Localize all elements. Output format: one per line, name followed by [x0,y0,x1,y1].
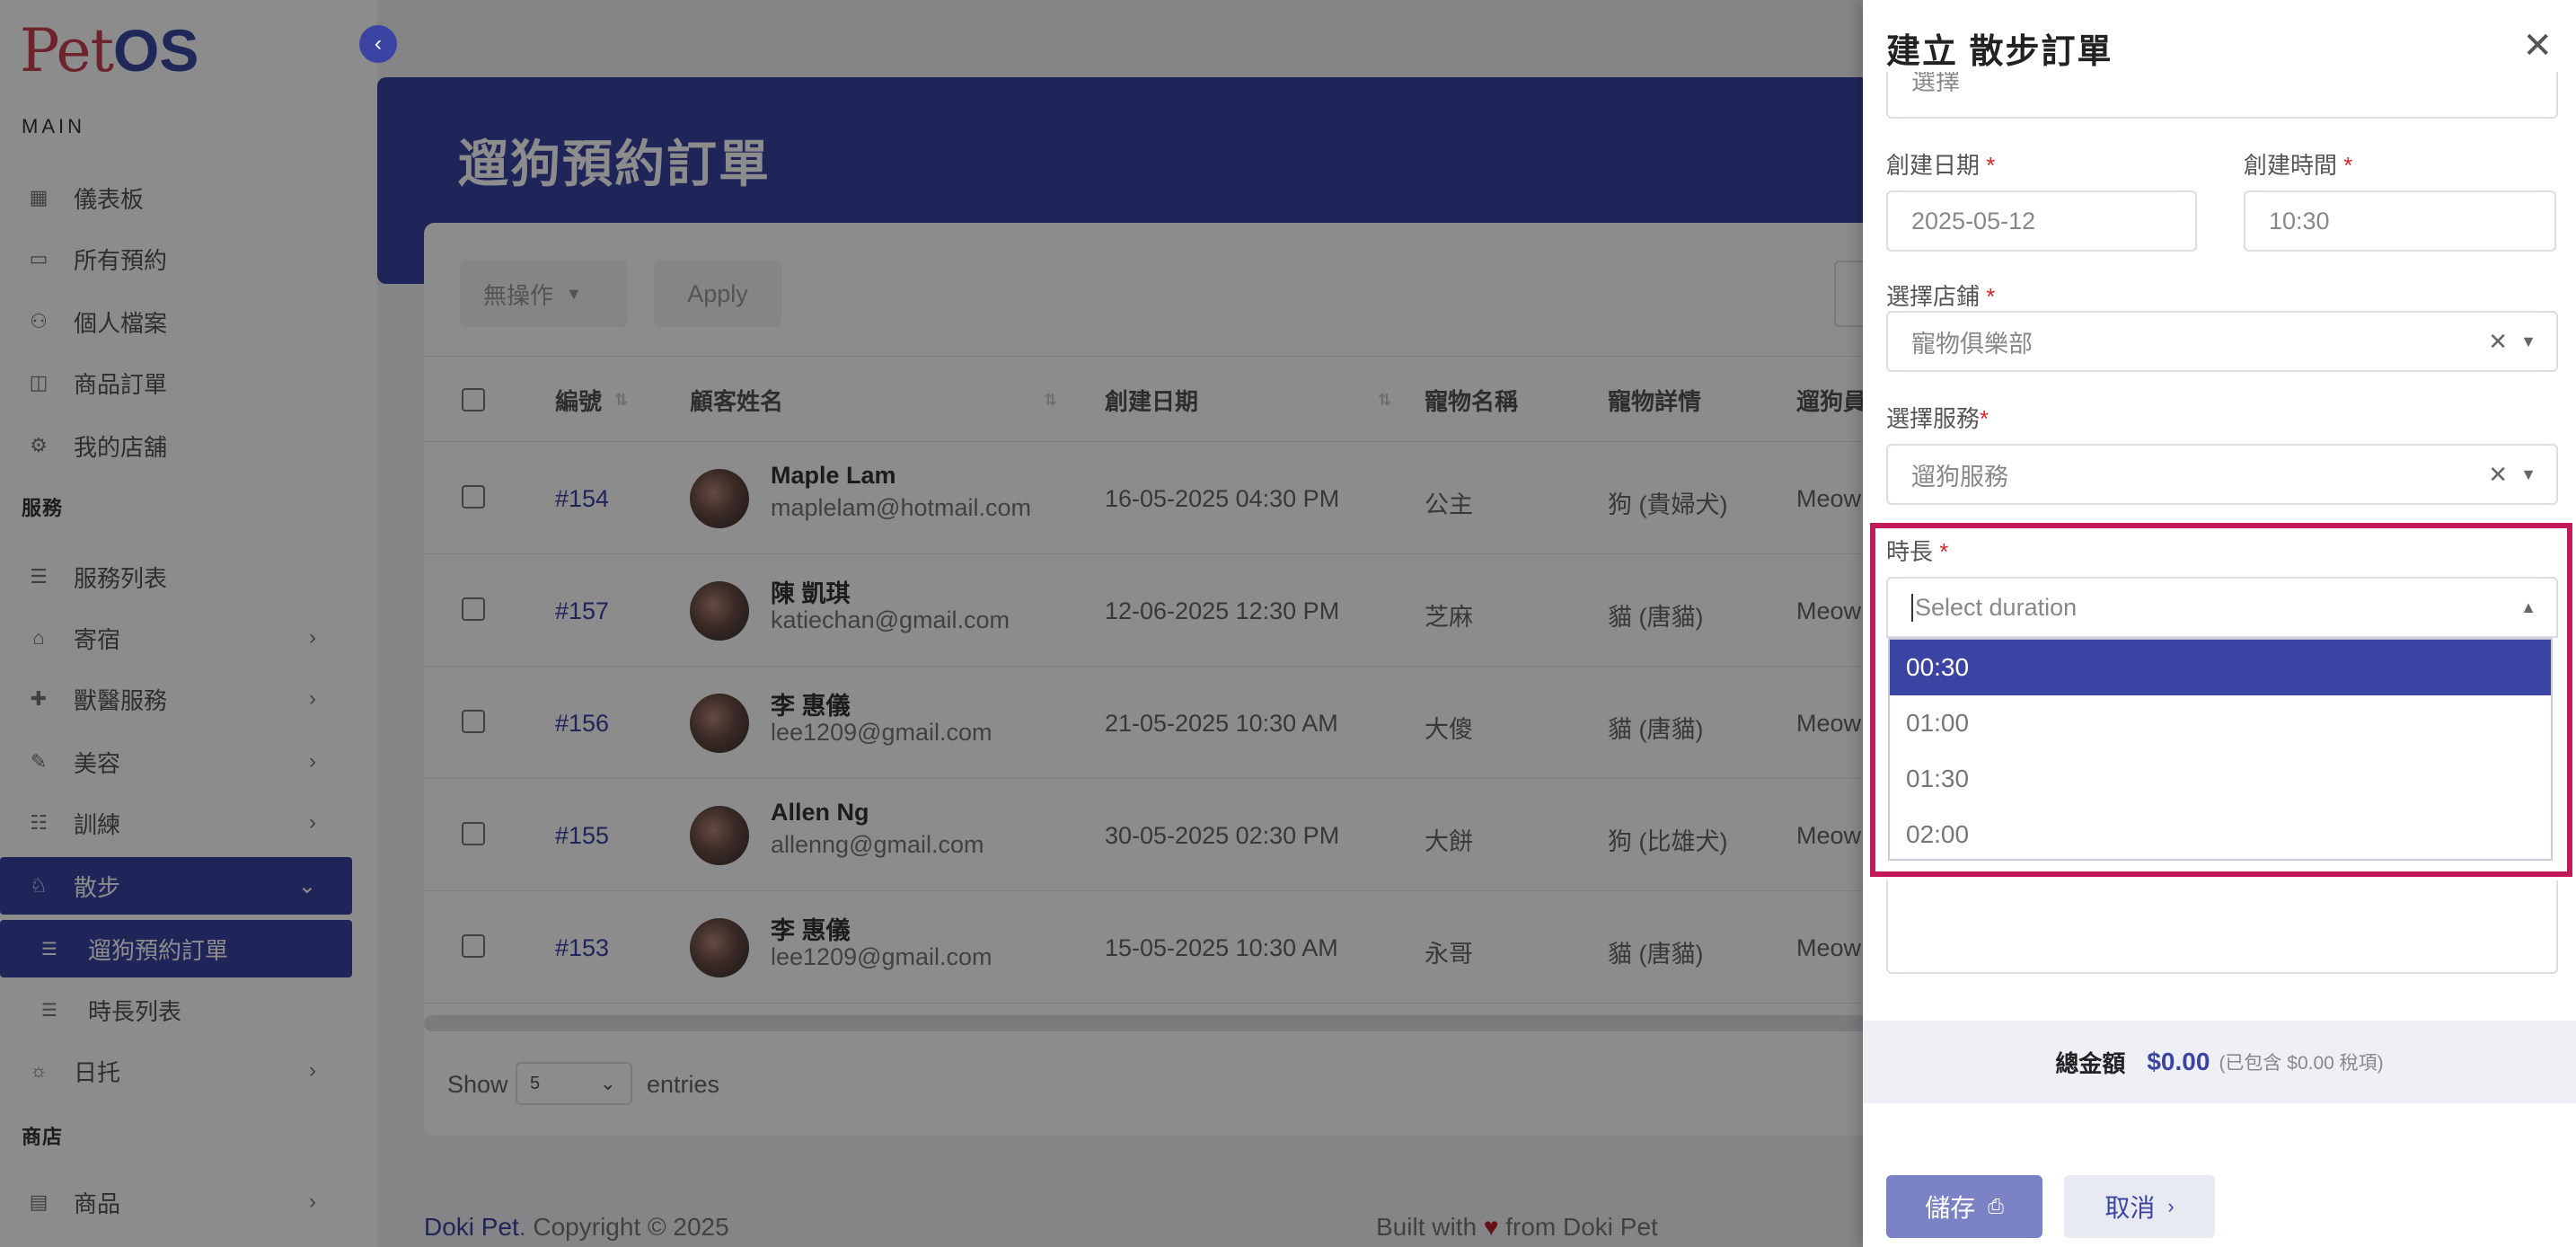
save-icon: ⎙ [1988,1195,2004,1217]
service-select[interactable]: 遛狗服務 ✕ ▼ [1886,444,2558,505]
total-bar: 總金額 $0.00 (已包含 $0.00 稅項) [1863,1021,2576,1103]
time-input[interactable]: 10:30 [2244,190,2556,252]
cancel-button[interactable]: 取消 › [2064,1175,2215,1238]
store-label: 選擇店鋪 * [1886,283,1996,310]
time-label: 創建時間 * [2244,152,2353,179]
save-button[interactable]: 儲存 ⎙ [1886,1175,2042,1238]
tax-note: (已包含 $0.00 稅項) [2219,1053,2384,1074]
total-amount: $0.00 [2147,1048,2210,1075]
caret-down-icon: ▼ [2520,464,2536,483]
store-select[interactable]: 寵物俱樂部 ✕ ▼ [1886,311,2558,372]
drawer-title: 建立 散步訂單 [1886,33,2113,71]
date-input[interactable]: 2025-05-12 [1886,190,2197,252]
chevron-right-icon: › [2167,1195,2175,1217]
sidebar-collapse-button[interactable]: ‹ [359,25,397,63]
total-label: 總金額 [2055,1049,2126,1077]
service-label: 選擇服務* [1886,405,1989,432]
clear-icon[interactable]: ✕ [2488,328,2508,356]
clear-icon[interactable]: ✕ [2488,461,2508,489]
chevron-left-icon: ‹ [375,31,382,56]
duration-highlight-box [1870,523,2572,877]
caret-down-icon: ▼ [2520,332,2536,350]
notes-textarea[interactable] [1886,880,2558,974]
date-label: 創建日期 * [1886,152,1996,179]
close-icon[interactable]: ✕ [2522,25,2553,66]
